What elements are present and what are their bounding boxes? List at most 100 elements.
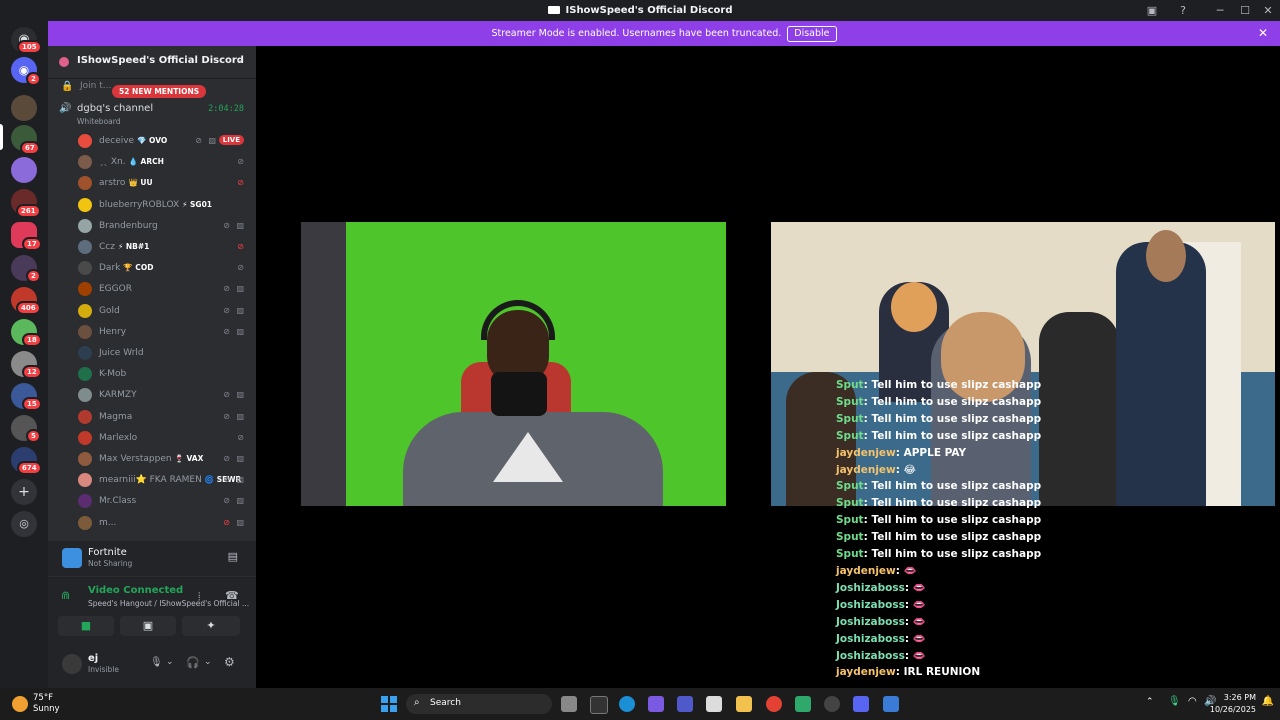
disable-streamer-mode-button[interactable]: Disable (787, 26, 837, 42)
windows-start-icon[interactable] (381, 696, 397, 712)
share-screen-icon[interactable]: ▤ (228, 550, 238, 563)
voice-member[interactable]: Max Verstappen 🍷 VAX ▨ ⊘ (48, 449, 256, 470)
member-avatar (78, 197, 92, 212)
signal-icon[interactable]: ⋒ (61, 589, 70, 602)
chevron-down-icon[interactable]: ⌄ (166, 657, 174, 667)
member-name-text: Marlexlo (99, 432, 138, 443)
chevron-up-icon[interactable]: ⌃ (1146, 697, 1154, 707)
store-icon[interactable] (706, 696, 722, 712)
title-bar: IShowSpeed's Official Discord ▣ ? ─ ☐ ✕ (0, 0, 1280, 21)
minimize-button[interactable]: ─ (1208, 0, 1232, 21)
member-name-text: mearniii⭐ FKA RAMEN (99, 475, 202, 486)
clock-time[interactable]: 3:26 PM (1224, 693, 1256, 702)
chat-username: Joshizaboss (836, 581, 905, 594)
window-title-text: IShowSpeed's Official Discord (565, 5, 733, 16)
server-icon-speed[interactable] (11, 95, 37, 121)
chat-username: jaydenjew (836, 666, 896, 679)
voice-member[interactable]: Marlexlo ⊘ (48, 428, 256, 449)
screen-icon: ▨ (236, 517, 244, 527)
chat-text: 👄 (912, 598, 926, 611)
chrome-icon[interactable] (766, 696, 782, 712)
server-header[interactable]: IShowSpeed's Official Discord ⌄ (48, 46, 256, 79)
member-name: K-Mob (99, 369, 126, 379)
server-badge: 406 (16, 301, 41, 315)
chat-text: Tell him to use slipz cashapp (871, 412, 1042, 425)
chat-message: Sput: Tell him to use slipz cashapp (836, 512, 1086, 529)
voice-member[interactable]: arstro 👑 UU ⊘ (48, 173, 256, 194)
maximize-button[interactable]: ☐ (1233, 0, 1257, 21)
voice-channel-name[interactable]: dgbq's channel (77, 103, 153, 114)
copilot-icon[interactable] (648, 696, 664, 712)
voice-member[interactable]: KARMZY ▨ ⊘ (48, 385, 256, 406)
weather-icon[interactable] (12, 696, 28, 712)
new-mentions-pill[interactable]: 52 NEW MENTIONS (112, 85, 207, 98)
chat-text: Tell him to use slipz cashapp (871, 395, 1042, 408)
app-icon[interactable] (590, 696, 608, 714)
help-icon[interactable]: ? (1171, 0, 1195, 21)
screen-share-button[interactable]: ▣ (120, 616, 176, 636)
notification-icon[interactable]: 🔔 (1262, 696, 1274, 707)
voice-member[interactable]: EGGOR ▨ ⊘ (48, 279, 256, 300)
chat-separator: : (904, 649, 913, 662)
server-icon[interactable] (11, 157, 37, 183)
activities-button[interactable]: ✦ (182, 616, 240, 636)
voice-member[interactable]: Mr.Class ▨ ⊘ (48, 491, 256, 512)
app-icon[interactable] (883, 696, 899, 712)
voice-member[interactable]: Gold ▨ ⊘ (48, 301, 256, 322)
file-explorer-icon[interactable] (736, 696, 752, 712)
voice-member[interactable]: Juice Wrld (48, 343, 256, 364)
chevron-down-icon[interactable]: ⌄ (236, 54, 244, 65)
voice-member[interactable]: Magma ▨ ⊘ (48, 407, 256, 428)
discord-taskbar-icon[interactable] (853, 696, 869, 712)
add-server-icon[interactable]: + (11, 479, 37, 505)
avatar[interactable] (62, 654, 82, 674)
headphones-icon[interactable]: 🎧 (186, 656, 200, 669)
inbox-icon[interactable]: ▣ (1140, 0, 1164, 21)
app-icon[interactable] (824, 696, 840, 712)
microphone-icon[interactable]: 🎙 (150, 657, 163, 668)
chat-username: Sput (836, 395, 864, 408)
member-name: blueberryROBLOX ⚡ SG01 (99, 200, 212, 210)
gear-icon[interactable]: ⚙ (224, 655, 235, 669)
clock-date[interactable]: 10/26/2025 (1210, 705, 1256, 714)
camera-button[interactable]: ■ (58, 616, 114, 636)
member-avatar (78, 240, 92, 254)
close-banner-icon[interactable]: ✕ (1258, 21, 1268, 46)
voice-member[interactable]: Dark 🏆 COD ⊘ (48, 258, 256, 279)
app-icon[interactable] (795, 696, 811, 712)
member-avatar (78, 388, 92, 403)
chat-username: Sput (836, 429, 864, 442)
voice-member[interactable]: ˏˎ Xn. 💧 ARCH ⊘ (48, 152, 256, 173)
teams-icon[interactable] (677, 696, 693, 712)
voice-member[interactable]: blueberryROBLOX ⚡ SG01 (48, 195, 256, 216)
member-name-text: Max Verstappen (99, 454, 172, 464)
activity-panel: Fortnite Not Sharing ▤ (48, 541, 256, 576)
disconnect-icon[interactable]: ☎ (225, 589, 239, 602)
edge-icon[interactable] (619, 696, 635, 712)
voice-member[interactable]: Brandenburg ▨ ⊘ (48, 216, 256, 237)
search-box[interactable]: ⌕ Search (406, 694, 552, 714)
chat-text: APPLE PAY (903, 446, 967, 459)
voice-member[interactable]: m... ▨ ⊘ (48, 513, 256, 534)
voice-member[interactable]: deceive 💎 OVO ▨ ⊘ LIVE (48, 131, 256, 152)
weather-desc[interactable]: Sunny (33, 704, 60, 714)
discover-icon[interactable]: ◎ (11, 511, 37, 537)
close-window-button[interactable]: ✕ (1256, 0, 1280, 21)
microphone-tray-icon[interactable]: 🎙 (1168, 696, 1181, 707)
weather-temp[interactable]: 75°F (33, 693, 53, 703)
noise-suppression-icon[interactable]: ⦙ (198, 590, 200, 604)
chat-text: 👄 (912, 581, 926, 594)
chat-separator: : (904, 598, 913, 611)
voice-member[interactable]: mearniii⭐ FKA RAMEN 🌀 SEWR ▨ ⊘ (48, 470, 256, 491)
member-name: Brandenburg (99, 221, 158, 231)
task-view-icon[interactable] (561, 696, 577, 712)
member-name: Max Verstappen 🍷 VAX (99, 454, 203, 464)
voice-member[interactable]: Ccz ⚡ NB#1 ⊘ (48, 237, 256, 258)
join-channel-label[interactable]: Join t... (80, 81, 111, 91)
screen-icon: ▨ (236, 411, 244, 421)
chevron-down-icon[interactable]: ⌄ (204, 657, 212, 667)
video-tile-left[interactable] (301, 222, 726, 506)
voice-member[interactable]: K-Mob (48, 364, 256, 385)
voice-member[interactable]: Henry ▨ ⊘ (48, 322, 256, 343)
wifi-icon[interactable]: ◠ (1188, 696, 1197, 707)
